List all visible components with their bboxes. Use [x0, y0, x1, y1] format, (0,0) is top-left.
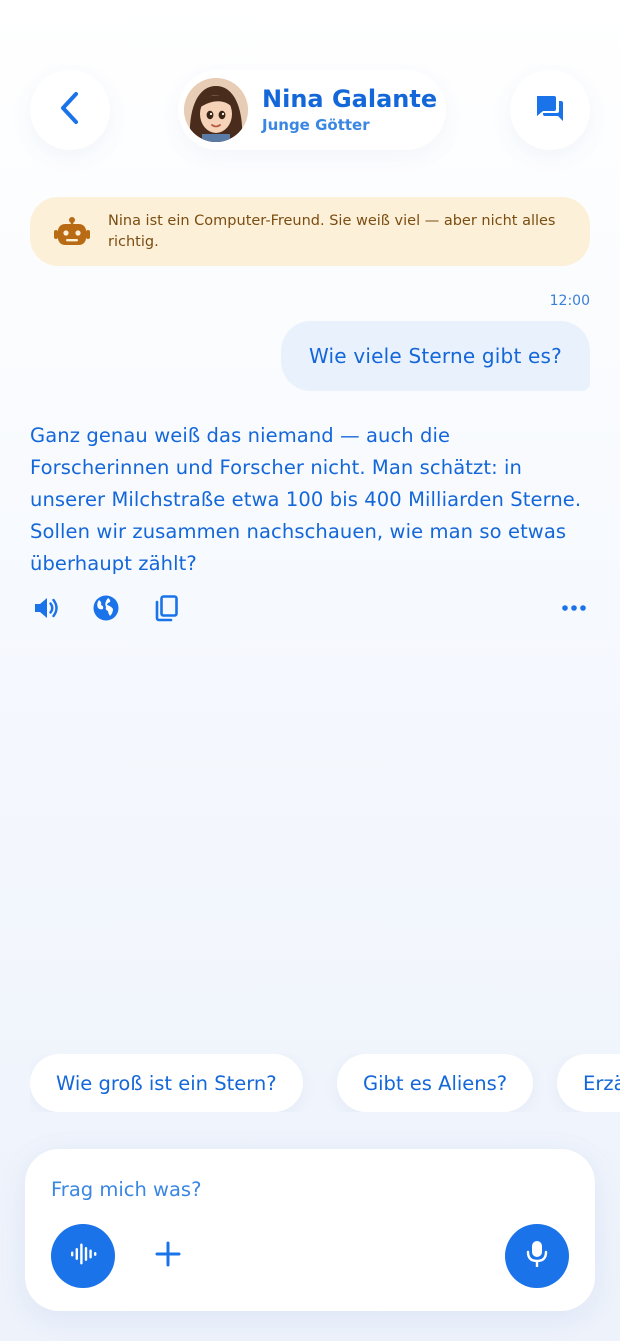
suggestion-chips: Wie groß ist ein Stern? Gibt es Aliens? … [30, 1054, 620, 1112]
avatar [184, 78, 248, 142]
message-actions [30, 594, 590, 626]
message-input[interactable] [51, 1175, 501, 1203]
suggestion-chip[interactable]: Wie groß ist ein Stern? [30, 1054, 303, 1112]
robot-icon [52, 212, 92, 252]
ai-notice-text: Nina ist ein Computer-Freund. Sie weiß v… [108, 212, 556, 250]
contact-subtitle: Junge Götter [262, 116, 370, 134]
back-button[interactable] [30, 70, 110, 150]
voice-mode-button[interactable] [51, 1224, 115, 1288]
microphone-icon [523, 1239, 551, 1273]
microphone-button[interactable] [505, 1224, 569, 1288]
user-message-bubble[interactable]: Wie viele Sterne gibt es? [280, 321, 590, 391]
copy-icon [152, 594, 180, 626]
ai-notice-banner: Nina ist ein Computer-Freund. Sie weiß v… [30, 197, 590, 266]
suggestion-chip[interactable]: Gibt es Aliens? [337, 1054, 534, 1112]
message-composer [25, 1149, 595, 1311]
assistant-message: Ganz genau weiß das niemand — auch die F… [30, 424, 582, 575]
profile-header[interactable]: Nina Galante Junge Götter [178, 70, 446, 150]
plus-icon [155, 1241, 181, 1271]
speaker-icon [32, 594, 60, 626]
chevron-left-icon [56, 90, 84, 130]
globe-icon [92, 594, 120, 626]
add-attachment-button[interactable] [149, 1237, 187, 1275]
read-aloud-button[interactable] [30, 594, 62, 626]
copy-button[interactable] [150, 594, 182, 626]
message-timestamp: 12:00 [549, 293, 590, 309]
suggestion-chip[interactable]: Erzä [557, 1054, 620, 1112]
chats-button[interactable] [510, 70, 590, 150]
more-options-button[interactable] [558, 594, 590, 626]
web-search-button[interactable] [90, 594, 122, 626]
waveform-icon [68, 1239, 98, 1273]
more-icon [560, 594, 588, 626]
chat-bubbles-icon [534, 92, 566, 128]
contact-name: Nina Galante [262, 85, 438, 113]
top-bar: Nina Galante Junge Götter [30, 70, 590, 150]
